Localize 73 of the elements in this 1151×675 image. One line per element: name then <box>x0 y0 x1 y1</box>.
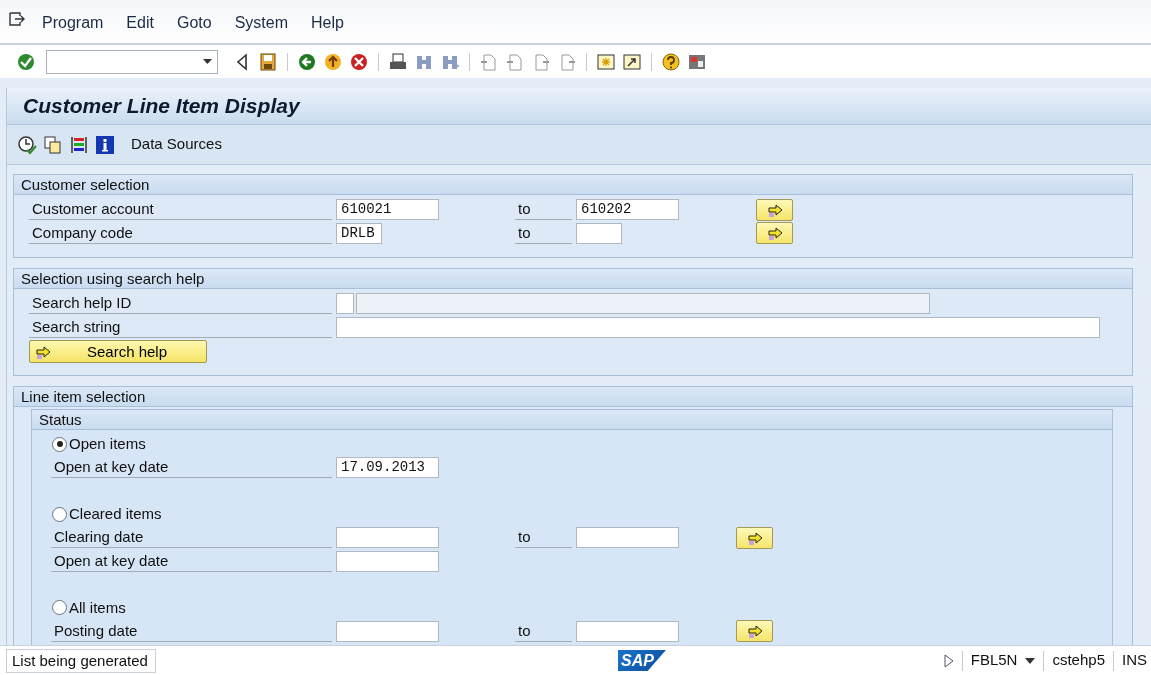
multiple-selection-button[interactable] <box>736 526 773 549</box>
exit-icon[interactable] <box>323 51 343 72</box>
server-name: cstehp5 <box>1052 650 1105 671</box>
input-field[interactable] <box>336 620 439 642</box>
input-field[interactable]: 17.09.2013 <box>336 457 439 479</box>
info-icon[interactable] <box>95 134 115 155</box>
menu-item[interactable]: Edit <box>126 11 154 35</box>
expand-triangle-icon[interactable] <box>943 653 954 668</box>
cancel-icon[interactable] <box>349 51 369 72</box>
group-title: Customer selection <box>14 175 1132 195</box>
copy-icon[interactable] <box>43 134 63 155</box>
status-message: List being generated <box>6 648 156 673</box>
input-field[interactable] <box>336 550 439 572</box>
transaction-code: FBL5N <box>970 650 1018 671</box>
input-field[interactable] <box>576 222 622 244</box>
group-title: Status <box>32 409 1112 430</box>
input-field[interactable] <box>336 316 1100 338</box>
page-icon[interactable] <box>505 51 525 72</box>
radio-button[interactable]: Cleared items <box>51 503 162 526</box>
input-field[interactable] <box>576 620 679 642</box>
menu-item[interactable]: Help <box>310 11 344 35</box>
shortcut-icon[interactable] <box>622 51 642 72</box>
page-icon[interactable] <box>479 51 499 72</box>
arrow-icon <box>745 529 764 546</box>
field-label: Open at key date <box>51 457 332 479</box>
input-field[interactable]: DRLB <box>336 222 382 244</box>
field-label: to <box>515 199 572 221</box>
caret-icon[interactable] <box>1025 657 1036 664</box>
input-field[interactable] <box>336 527 439 549</box>
data-sources-button[interactable]: Data Sources <box>131 133 222 156</box>
caret-icon[interactable] <box>203 59 212 64</box>
menu-icon[interactable] <box>8 11 26 27</box>
multiple-selection-button[interactable] <box>756 222 793 245</box>
field-label: Company code <box>29 222 332 244</box>
color-bars-icon[interactable] <box>69 134 89 155</box>
arrow-icon <box>765 201 784 218</box>
field-label: to <box>515 222 572 244</box>
group-title: Selection using search help <box>14 269 1132 289</box>
search-help-button[interactable]: Search help <box>29 340 207 364</box>
field-label: Search help ID <box>29 293 332 315</box>
new-window-icon[interactable] <box>596 51 616 72</box>
check-icon[interactable] <box>16 51 36 72</box>
multiple-selection-button[interactable] <box>756 198 793 221</box>
command-field[interactable] <box>46 49 218 74</box>
menu-item[interactable]: Program <box>42 11 104 35</box>
radio-button[interactable]: All items <box>51 596 126 619</box>
sap-logo: SAP <box>618 650 666 671</box>
radio-button[interactable]: Open items <box>51 433 146 456</box>
input-mode: INS <box>1122 650 1147 671</box>
field-label: to <box>515 527 572 549</box>
field-label: Customer account <box>29 199 332 221</box>
input-field[interactable]: 610202 <box>576 199 679 221</box>
field-label: Clearing date <box>51 527 332 549</box>
print-icon[interactable] <box>388 51 408 72</box>
help-icon[interactable] <box>661 51 681 72</box>
field-label: Search string <box>29 316 332 338</box>
clock-check-icon[interactable] <box>17 134 37 155</box>
field-label: to <box>515 620 572 642</box>
back-icon[interactable] <box>297 51 317 72</box>
field-label: Open at key date <box>51 550 332 572</box>
field-label: Posting date <box>51 620 332 642</box>
input-field[interactable]: 610021 <box>336 199 439 221</box>
arrow-icon <box>765 225 784 242</box>
save-icon[interactable] <box>258 51 278 72</box>
arrow-icon <box>34 343 52 360</box>
multiple-selection-button[interactable] <box>736 620 773 643</box>
arrow-icon <box>745 623 764 640</box>
input-field[interactable] <box>336 293 354 315</box>
menu-item[interactable]: Goto <box>176 11 212 35</box>
page-title: Customer Line Item Display <box>23 93 300 120</box>
input-field[interactable] <box>576 527 679 549</box>
group-title: Line item selection <box>14 386 1132 407</box>
menu-item[interactable]: System <box>234 11 288 35</box>
